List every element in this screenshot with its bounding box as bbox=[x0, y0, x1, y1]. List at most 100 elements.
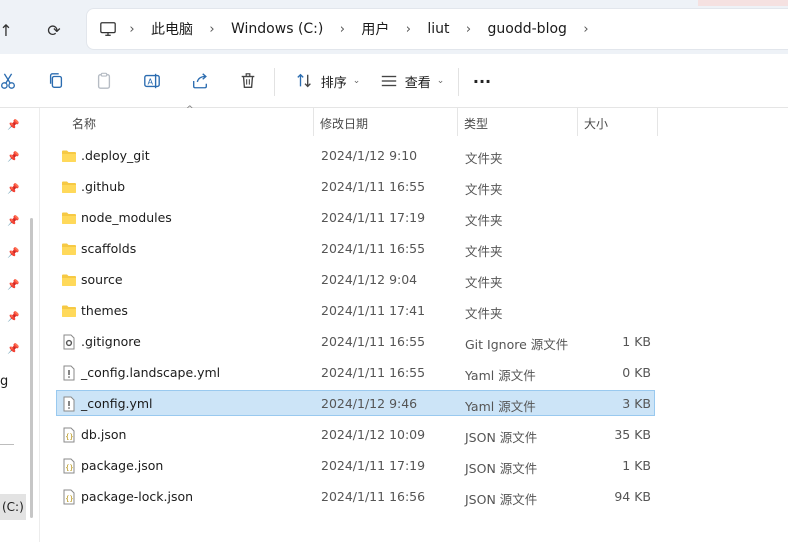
breadcrumb-separator[interactable]: › bbox=[399, 22, 417, 37]
breadcrumb-item-user[interactable]: liut bbox=[417, 21, 459, 37]
file-list: ^ 名称 修改日期 类型 大小 .deploy_git 2024/1/12 9:1… bbox=[40, 105, 788, 542]
more-icon: ··· bbox=[472, 71, 492, 91]
pin-icon[interactable]: 📌 bbox=[7, 248, 19, 260]
table-row[interactable]: _config.yml 2024/1/12 9:46 Yaml 源文件 3 KB bbox=[56, 390, 655, 416]
sort-button[interactable]: 排序 ⌄ bbox=[288, 66, 368, 96]
file-modified-date: 2024/1/12 9:46 bbox=[321, 396, 418, 411]
table-row[interactable]: .deploy_git 2024/1/12 9:10 文件夹 bbox=[56, 142, 655, 168]
breadcrumb-separator[interactable]: › bbox=[460, 22, 478, 37]
folder-icon bbox=[61, 241, 77, 257]
file-size: 1 KB bbox=[622, 458, 651, 473]
table-row[interactable]: {} package.json 2024/1/11 17:19 JSON 源文件 1 K… bbox=[56, 452, 655, 478]
file-name: .github bbox=[81, 179, 126, 194]
arrow-up-icon: ↑ bbox=[0, 20, 13, 40]
copy-button[interactable] bbox=[42, 66, 70, 96]
file-modified-date: 2024/1/12 9:10 bbox=[321, 148, 418, 163]
file-type: 文件夹 bbox=[465, 275, 503, 290]
view-label: 查看 bbox=[404, 75, 431, 91]
pin-icon[interactable]: 📌 bbox=[7, 344, 19, 356]
folder-icon bbox=[61, 210, 77, 226]
breadcrumb-item-pc[interactable]: 此电脑 bbox=[141, 19, 203, 39]
column-headers: ^ 名称 修改日期 类型 大小 bbox=[40, 105, 788, 138]
copy-icon bbox=[49, 73, 63, 88]
paste-button[interactable] bbox=[90, 66, 118, 96]
refresh-button[interactable]: ⟳ bbox=[40, 16, 68, 44]
svg-text:{}: {} bbox=[65, 495, 73, 503]
settings-file-icon bbox=[61, 334, 77, 350]
sort-icon bbox=[297, 73, 311, 88]
table-row[interactable]: node_modules 2024/1/11 17:19 文件夹 bbox=[56, 204, 655, 230]
file-type: 文件夹 bbox=[465, 213, 503, 228]
file-name: themes bbox=[81, 303, 128, 318]
folder-icon bbox=[61, 272, 77, 288]
svg-text:{}: {} bbox=[65, 464, 73, 472]
cut-button[interactable] bbox=[0, 66, 22, 96]
table-row[interactable]: scaffolds 2024/1/11 16:55 文件夹 bbox=[56, 235, 655, 261]
file-size: 3 KB bbox=[622, 396, 651, 411]
share-button[interactable] bbox=[186, 66, 214, 96]
title-accent bbox=[698, 0, 788, 6]
file-name: node_modules bbox=[81, 210, 172, 225]
table-row[interactable]: source 2024/1/12 9:04 文件夹 bbox=[56, 266, 655, 292]
computer-icon[interactable] bbox=[97, 18, 119, 40]
view-button[interactable]: 查看 ⌄ bbox=[378, 66, 446, 96]
toolbar-divider bbox=[458, 68, 459, 96]
share-icon bbox=[193, 73, 207, 89]
rename-button[interactable]: A bbox=[138, 66, 166, 96]
file-type: JSON 源文件 bbox=[465, 492, 538, 507]
sidebar-divider bbox=[0, 444, 14, 445]
column-header-size[interactable]: 大小 bbox=[584, 115, 608, 132]
file-modified-date: 2024/1/11 16:55 bbox=[321, 334, 426, 349]
folder-icon bbox=[61, 303, 77, 319]
column-divider[interactable] bbox=[657, 108, 658, 136]
sort-label: 排序 bbox=[320, 75, 347, 91]
breadcrumb-item-drive[interactable]: Windows (C:) bbox=[221, 21, 333, 37]
file-type: 文件夹 bbox=[465, 244, 503, 259]
json-file-icon: {} bbox=[61, 458, 77, 474]
file-modified-date: 2024/1/11 17:19 bbox=[321, 458, 426, 473]
breadcrumb-separator[interactable]: › bbox=[333, 22, 351, 37]
navigation-pane: 📌 📌 📌 📌 📌 📌 📌 📌 g (C:) bbox=[0, 108, 40, 542]
table-row[interactable]: {} package-lock.json 2024/1/11 16:56 JSON 源… bbox=[56, 483, 655, 509]
svg-text:A: A bbox=[148, 77, 154, 87]
file-modified-date: 2024/1/11 17:19 bbox=[321, 210, 426, 225]
sidebar-item-drive[interactable]: (C:) bbox=[0, 494, 26, 520]
sidebar-item-partial[interactable]: g bbox=[0, 374, 8, 389]
column-header-date[interactable]: 修改日期 bbox=[320, 115, 368, 132]
column-divider[interactable] bbox=[457, 108, 458, 136]
breadcrumb-separator[interactable]: › bbox=[203, 22, 221, 37]
breadcrumb-item-folder[interactable]: guodd-blog bbox=[478, 21, 577, 37]
pin-icon[interactable]: 📌 bbox=[7, 184, 19, 196]
pin-icon[interactable]: 📌 bbox=[7, 280, 19, 292]
table-row[interactable]: themes 2024/1/11 17:41 文件夹 bbox=[56, 297, 655, 323]
table-row[interactable]: .gitignore 2024/1/11 16:55 Git Ignore 源文件 1… bbox=[56, 328, 655, 354]
breadcrumb-separator[interactable]: › bbox=[577, 22, 595, 37]
file-name: .deploy_git bbox=[81, 148, 150, 163]
file-type: 文件夹 bbox=[465, 182, 503, 197]
address-bar[interactable]: › 此电脑 › Windows (C:) › 用户 › liut › guodd… bbox=[86, 8, 788, 50]
delete-button[interactable] bbox=[234, 66, 262, 96]
table-row[interactable]: .github 2024/1/11 16:55 文件夹 bbox=[56, 173, 655, 199]
yaml-file-icon bbox=[61, 396, 77, 412]
column-divider[interactable] bbox=[313, 108, 314, 136]
pin-icon[interactable]: 📌 bbox=[7, 312, 19, 324]
column-header-name[interactable]: 名称 bbox=[72, 115, 96, 132]
breadcrumb-item-users[interactable]: 用户 bbox=[351, 19, 399, 39]
up-button[interactable]: ↑ bbox=[0, 16, 20, 44]
chevron-down-icon: ⌄ bbox=[436, 76, 445, 86]
clipboard-icon bbox=[97, 72, 111, 89]
pin-icon[interactable]: 📌 bbox=[7, 120, 19, 132]
sidebar-scrollbar[interactable] bbox=[30, 218, 33, 518]
folder-icon bbox=[61, 148, 77, 164]
column-header-type[interactable]: 类型 bbox=[464, 115, 488, 132]
file-name: _config.yml bbox=[81, 396, 153, 411]
pin-icon[interactable]: 📌 bbox=[7, 216, 19, 228]
more-options-button[interactable]: ··· bbox=[468, 66, 496, 96]
file-type: Yaml 源文件 bbox=[465, 399, 536, 414]
breadcrumb-separator[interactable]: › bbox=[123, 22, 141, 37]
table-row[interactable]: {} db.json 2024/1/12 10:09 JSON 源文件 35 KB bbox=[56, 421, 655, 447]
table-row[interactable]: _config.landscape.yml 2024/1/11 16:55 Yaml… bbox=[56, 359, 655, 385]
pin-icon[interactable]: 📌 bbox=[7, 152, 19, 164]
file-name: package-lock.json bbox=[81, 489, 194, 504]
column-divider[interactable] bbox=[577, 108, 578, 136]
